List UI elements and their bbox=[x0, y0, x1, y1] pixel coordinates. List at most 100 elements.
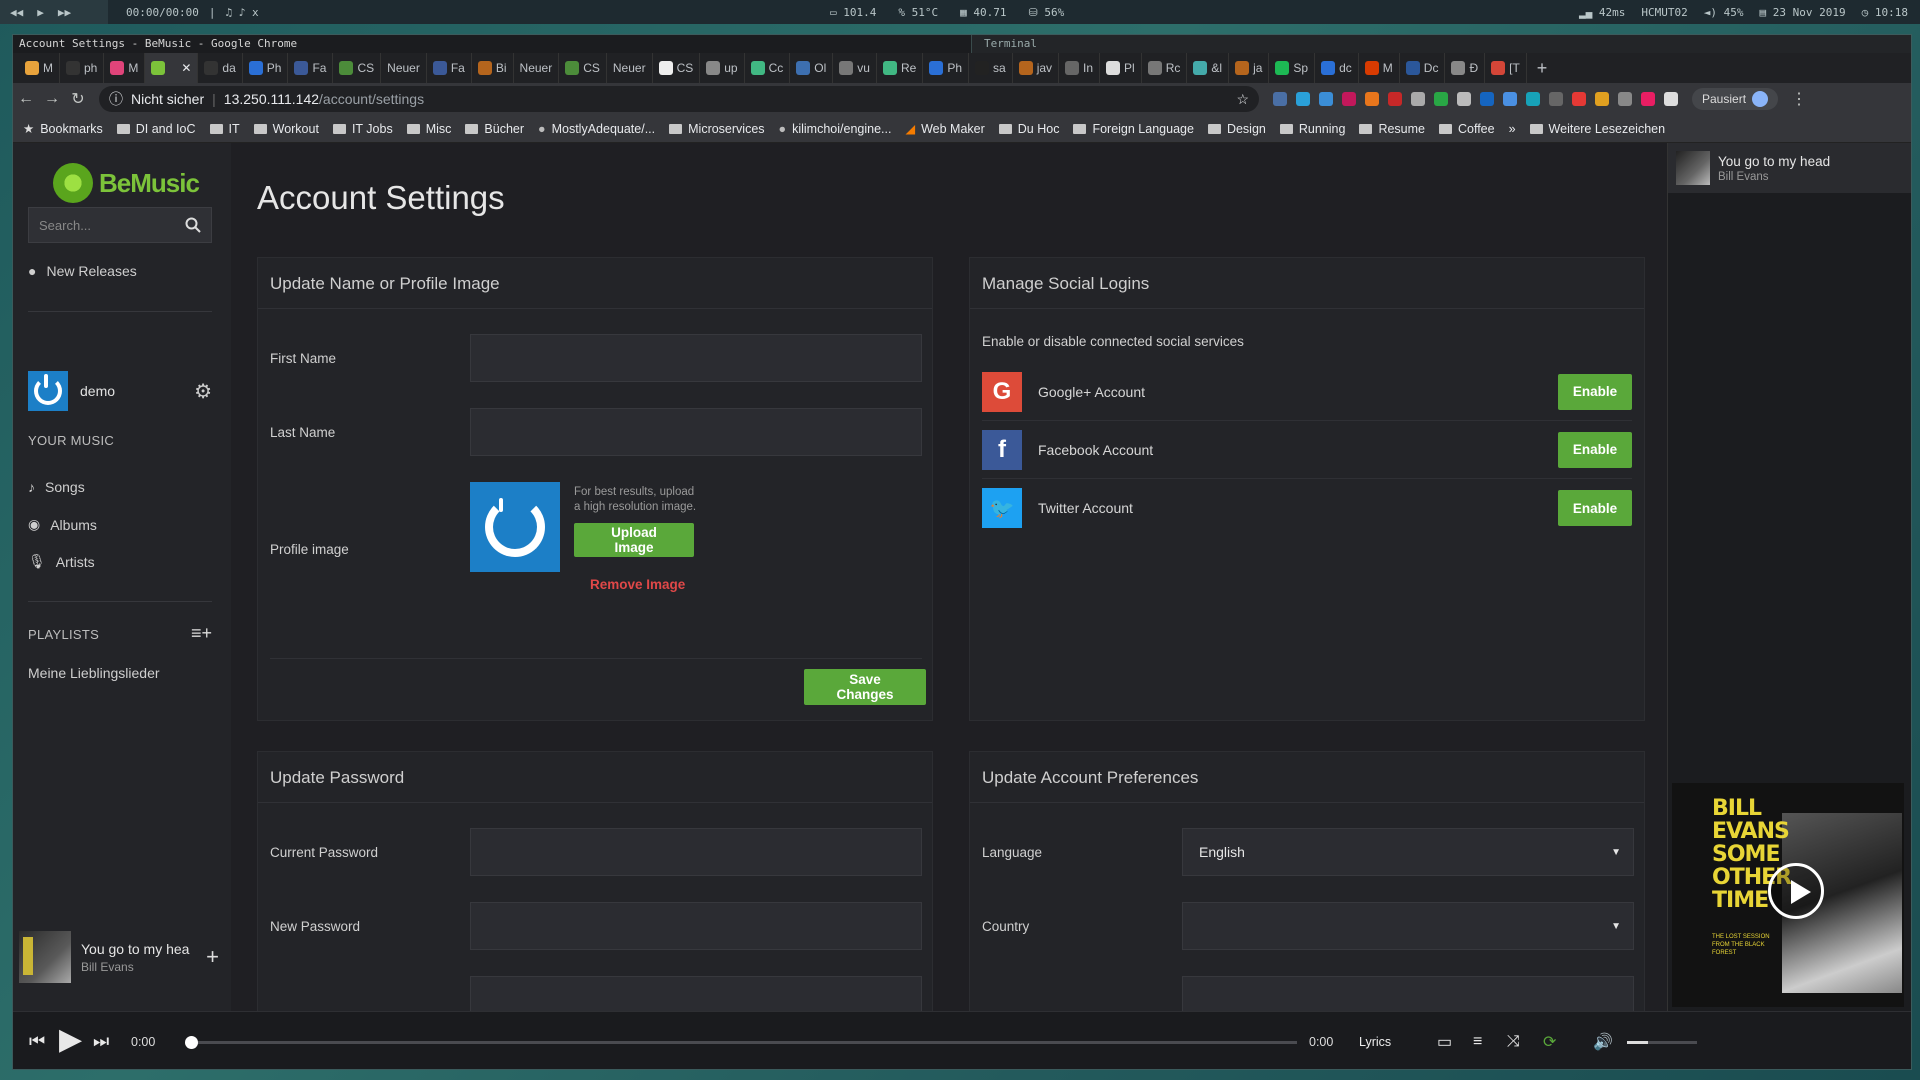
browser-tab[interactable]: Sp bbox=[1269, 53, 1316, 83]
new-tab-icon[interactable]: + bbox=[1527, 53, 1558, 83]
browser-tab[interactable]: Ol bbox=[790, 53, 834, 83]
album-art[interactable]: BILL EVANS SOME OTHER TIME THE LOST SESS… bbox=[1672, 783, 1904, 1007]
browser-tab[interactable]: up bbox=[700, 53, 745, 83]
browser-tab[interactable]: da bbox=[198, 53, 243, 83]
sidebar-item-new-releases[interactable]: ● New Releases bbox=[28, 263, 137, 279]
bookmark-item[interactable]: Coffee bbox=[1438, 122, 1495, 136]
browser-tab[interactable]: vu bbox=[833, 53, 877, 83]
info-icon[interactable]: ⓘ bbox=[109, 89, 123, 109]
next-track-icon[interactable]: ▶▶ bbox=[58, 6, 71, 19]
timezone-select[interactable] bbox=[1182, 976, 1634, 1011]
browser-tab[interactable]: CS bbox=[559, 53, 607, 83]
reload-icon[interactable]: ↻ bbox=[65, 89, 91, 109]
extension-icon[interactable] bbox=[1342, 92, 1356, 106]
search-input[interactable]: Search... bbox=[28, 207, 212, 243]
extension-icon[interactable] bbox=[1457, 92, 1471, 106]
volume-slider[interactable] bbox=[1627, 1041, 1697, 1044]
bookmark-item[interactable]: DI and IoC bbox=[116, 122, 196, 136]
bookmark-item[interactable]: IT bbox=[209, 122, 240, 136]
now-playing-mini[interactable]: You go to my hea Bill Evans + bbox=[13, 925, 231, 989]
browser-tab[interactable]: CS bbox=[333, 53, 382, 83]
add-icon[interactable]: + bbox=[206, 944, 219, 970]
playlist-item[interactable]: Meine Lieblingslieder bbox=[28, 665, 160, 681]
browser-tab[interactable]: Ph bbox=[243, 53, 289, 83]
extension-icon[interactable] bbox=[1503, 92, 1517, 106]
extension-icon[interactable] bbox=[1388, 92, 1402, 106]
enable-google-button[interactable]: Enable bbox=[1558, 373, 1632, 410]
browser-tab[interactable]: ✕ bbox=[145, 53, 199, 83]
browser-tab[interactable]: Cc bbox=[745, 53, 791, 83]
extension-icon[interactable] bbox=[1572, 92, 1586, 106]
menu-icon[interactable]: ⋮ bbox=[1786, 89, 1812, 109]
browser-tab[interactable]: Bi bbox=[472, 53, 514, 83]
browser-tab[interactable]: Pl bbox=[1100, 53, 1142, 83]
new-playlist-icon[interactable]: ≡+ bbox=[191, 623, 212, 644]
save-changes-button[interactable]: Save Changes bbox=[804, 669, 926, 705]
extension-icon[interactable] bbox=[1411, 92, 1425, 106]
search-icon[interactable] bbox=[185, 217, 201, 233]
album-thumbnail[interactable] bbox=[19, 931, 71, 983]
language-select[interactable]: English ▼ bbox=[1182, 828, 1634, 876]
track-title[interactable]: You go to my hea bbox=[81, 941, 196, 957]
sidebar-item-songs[interactable]: ♪ Songs bbox=[28, 479, 85, 495]
remove-image-link[interactable]: Remove Image bbox=[590, 577, 696, 592]
progress-knob[interactable] bbox=[185, 1036, 198, 1049]
play-icon[interactable]: ▶ bbox=[59, 1022, 82, 1057]
extension-icon[interactable] bbox=[1526, 92, 1540, 106]
browser-tab[interactable]: M bbox=[19, 53, 60, 83]
browser-tab[interactable]: Neuer bbox=[381, 53, 427, 83]
prev-track-icon[interactable]: ◀◀ bbox=[10, 6, 23, 19]
bemusic-logo[interactable]: BeMusic bbox=[53, 163, 200, 203]
current-password-field[interactable] bbox=[470, 828, 922, 876]
extension-icon[interactable] bbox=[1618, 92, 1632, 106]
browser-tab[interactable]: Fa bbox=[427, 53, 472, 83]
next-icon[interactable]: ⏭ bbox=[93, 1031, 109, 1052]
browser-tab[interactable]: Dc bbox=[1400, 53, 1446, 83]
terminal-title[interactable]: Terminal bbox=[971, 35, 1911, 53]
browser-tab[interactable]: CS bbox=[653, 53, 701, 83]
browser-tab[interactable]: Fa bbox=[288, 53, 334, 83]
volume-icon[interactable]: 🔊 bbox=[1593, 1032, 1613, 1052]
browser-tab[interactable]: Re bbox=[877, 53, 924, 83]
enable-facebook-button[interactable]: Enable bbox=[1558, 431, 1632, 468]
browser-tab[interactable]: ja bbox=[1229, 53, 1270, 83]
browser-tab[interactable]: jav bbox=[1013, 53, 1060, 83]
confirm-password-field[interactable] bbox=[470, 976, 922, 1011]
play-overlay-icon[interactable] bbox=[1768, 863, 1824, 919]
extension-icon[interactable] bbox=[1273, 92, 1287, 106]
bookmark-item[interactable]: IT Jobs bbox=[332, 122, 393, 136]
bookmark-item[interactable]: Bücher bbox=[465, 122, 524, 136]
new-password-field[interactable] bbox=[470, 902, 922, 950]
browser-tab[interactable]: dc bbox=[1315, 53, 1359, 83]
bookmark-item[interactable]: ● MostlyAdequate/... bbox=[538, 122, 655, 136]
browser-tab[interactable]: [T bbox=[1485, 53, 1527, 83]
browser-tab[interactable]: sa bbox=[969, 53, 1013, 83]
bookmark-item[interactable]: » bbox=[1509, 122, 1516, 136]
bookmark-item[interactable]: Running bbox=[1279, 122, 1345, 136]
bookmark-item[interactable]: Microservices bbox=[669, 122, 765, 136]
first-name-field[interactable] bbox=[470, 334, 922, 382]
bookmark-item[interactable]: Misc bbox=[406, 122, 451, 136]
browser-tab[interactable]: Đ bbox=[1445, 53, 1486, 83]
bookmark-item[interactable]: ● kilimchoi/engine... bbox=[779, 122, 892, 136]
extension-icon[interactable] bbox=[1434, 92, 1448, 106]
browser-tab[interactable]: ph bbox=[60, 53, 105, 83]
bookmark-item[interactable]: Workout bbox=[253, 122, 319, 136]
last-name-field[interactable] bbox=[470, 408, 922, 456]
extension-icon[interactable] bbox=[1664, 92, 1678, 106]
upload-image-button[interactable]: Upload Image bbox=[574, 523, 694, 557]
browser-tab[interactable]: M bbox=[104, 53, 146, 83]
previous-icon[interactable]: ⏮ bbox=[29, 1031, 45, 1052]
shuffle-icon[interactable]: ⤨ bbox=[1507, 1033, 1520, 1051]
track-artist[interactable]: Bill Evans bbox=[81, 960, 196, 974]
bookmark-item[interactable]: Weitere Lesezeichen bbox=[1529, 122, 1665, 136]
extension-icon[interactable] bbox=[1595, 92, 1609, 106]
lyrics-button[interactable]: Lyrics bbox=[1359, 1035, 1391, 1049]
browser-tab[interactable]: Rc bbox=[1142, 53, 1188, 83]
user-menu[interactable]: demo ⚙ bbox=[28, 371, 212, 411]
queue-item[interactable]: You go to my head Bill Evans bbox=[1668, 143, 1911, 193]
bookmark-item[interactable]: Design bbox=[1207, 122, 1266, 136]
browser-tab[interactable]: In bbox=[1059, 53, 1101, 83]
bookmark-star-icon[interactable]: ☆ bbox=[1236, 91, 1249, 108]
bookmark-item[interactable]: Foreign Language bbox=[1073, 122, 1194, 136]
